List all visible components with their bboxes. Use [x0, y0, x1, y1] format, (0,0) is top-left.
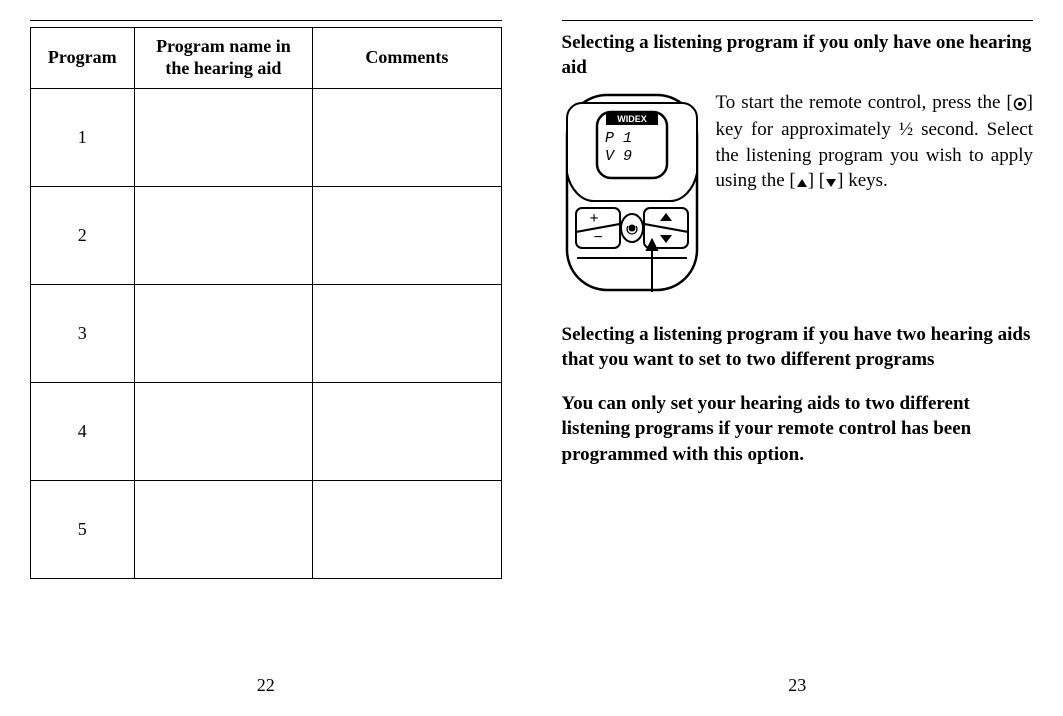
cell-program-name [134, 481, 313, 579]
cell-program-name [134, 285, 313, 383]
header-comments: Comments [313, 28, 501, 89]
header-program-name: Program name in the hearing aid [134, 28, 313, 89]
intro-paragraph: To start the remote control, press the [… [716, 90, 1034, 195]
table-row: 1 [31, 89, 502, 187]
remote-brand: WIDEX [617, 114, 647, 124]
svg-text:+: + [589, 210, 598, 227]
page-number-left: 22 [0, 675, 532, 696]
cell-program: 4 [31, 383, 135, 481]
top-rule [30, 20, 502, 21]
cell-program: 3 [31, 285, 135, 383]
heading-two-aids: Selecting a listening program if you hav… [562, 323, 1034, 372]
volume-buttons: + − [576, 208, 620, 248]
svg-text:−: − [593, 229, 602, 246]
intro-text-mid2: ] [ [808, 170, 825, 191]
cell-program: 5 [31, 481, 135, 579]
cell-comments [313, 481, 501, 579]
table-header-row: Program Program name in the hearing aid … [31, 28, 502, 89]
cell-program: 2 [31, 187, 135, 285]
up-key-icon [796, 169, 808, 195]
cell-program-name [134, 187, 313, 285]
intro-text-pre: To start the remote control, press the [ [716, 92, 1013, 113]
header-program: Program [31, 28, 135, 89]
table-row: 2 [31, 187, 502, 285]
table-row: 4 [31, 383, 502, 481]
page-left: Program Program name in the hearing aid … [0, 0, 532, 716]
remote-illustration: WIDEX P 1 V 9 + − [562, 90, 702, 295]
remote-line1: P 1 [605, 130, 632, 147]
page-number-right: 23 [532, 675, 1063, 696]
center-key-icon [1013, 91, 1027, 117]
cell-comments [313, 383, 501, 481]
program-table: Program Program name in the hearing aid … [30, 27, 502, 579]
page-right: Selecting a listening program if you onl… [532, 0, 1063, 716]
note-paragraph: You can only set your hearing aids to tw… [562, 391, 1034, 468]
cell-program-name [134, 383, 313, 481]
cell-program-name [134, 89, 313, 187]
remote-line2: V 9 [605, 148, 632, 165]
intro-text-post: ] keys. [837, 170, 888, 191]
cell-comments [313, 285, 501, 383]
table-row: 3 [31, 285, 502, 383]
page-spread: Program Program name in the hearing aid … [0, 0, 1063, 716]
cell-program: 1 [31, 89, 135, 187]
cell-comments [313, 187, 501, 285]
intro-block: WIDEX P 1 V 9 + − [562, 90, 1034, 295]
cell-comments [313, 89, 501, 187]
down-key-icon [825, 169, 837, 195]
top-rule [562, 20, 1034, 21]
table-row: 5 [31, 481, 502, 579]
heading-one-aid: Selecting a listening program if you onl… [562, 31, 1034, 80]
